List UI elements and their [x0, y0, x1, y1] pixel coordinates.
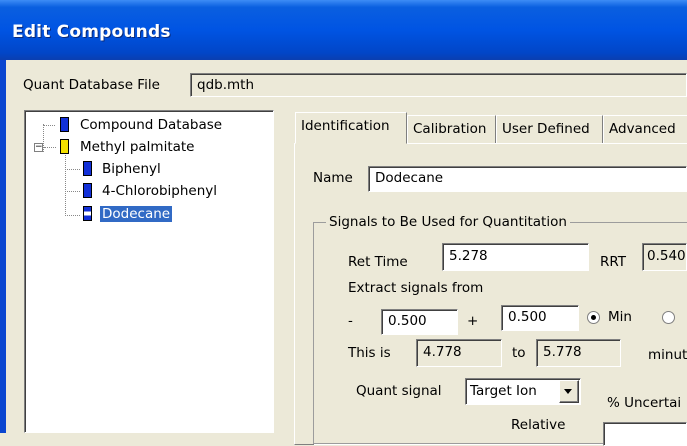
compound-icon [83, 183, 92, 198]
tree-line [65, 191, 80, 192]
extract-plus-input[interactable]: 0.500 [501, 305, 579, 331]
tab-calibration[interactable]: Calibration [407, 115, 496, 143]
min-radio-label: Min [608, 309, 632, 325]
ret-time-input[interactable]: 5.278 [442, 243, 589, 271]
quant-db-label: Quant Database File [23, 77, 160, 93]
tree-node-root[interactable]: Compound Database [80, 117, 222, 133]
tree-line [65, 155, 66, 216]
name-label: Name [313, 170, 353, 186]
name-input[interactable]: Dodecane [368, 166, 687, 192]
compound-icon [83, 206, 92, 221]
tab-identification[interactable]: Identification [295, 112, 407, 144]
compound-icon [83, 161, 92, 176]
extract-minus-input[interactable]: 0.500 [381, 309, 458, 335]
ret-time-label: Ret Time [348, 254, 408, 270]
to-field: 5.778 [536, 339, 621, 367]
to-label: to [512, 345, 526, 361]
rrt-field: 0.540 [642, 243, 687, 271]
window-title: Edit Compounds [12, 22, 171, 42]
collapse-toggle-icon[interactable]: − [34, 143, 43, 152]
quant-signal-value: Target Ion [470, 383, 537, 399]
tab-advanced[interactable]: Advanced [603, 115, 687, 143]
title-bar: Edit Compounds [0, 0, 687, 60]
tree-line [65, 169, 80, 170]
quant-signal-select[interactable]: Target Ion [465, 378, 581, 405]
chevron-down-icon [564, 389, 572, 394]
tree-node-chlorobiphenyl[interactable]: 4-Chlorobiphenyl [102, 183, 217, 199]
min-radio[interactable] [587, 311, 600, 324]
uncertainty-label: % Uncertai [607, 395, 682, 411]
minutes-label: minut [648, 347, 687, 363]
tree-node-parent[interactable]: Methyl palmitate [80, 139, 195, 155]
tree-line [44, 147, 56, 148]
method-icon [60, 139, 69, 154]
quant-signal-label: Quant signal [356, 383, 442, 399]
max-radio[interactable] [662, 311, 675, 324]
compound-database-icon [60, 117, 69, 132]
this-is-field: 4.778 [416, 339, 502, 367]
tree-node-biphenyl[interactable]: Biphenyl [102, 161, 161, 177]
tree-node-dodecane[interactable]: Dodecane [100, 206, 173, 222]
tree-line [65, 215, 80, 216]
signals-group-title: Signals to Be Used for Quantitation [326, 214, 570, 230]
rrt-label: RRT [600, 254, 627, 270]
this-is-label: This is [348, 345, 391, 361]
tree-line [43, 125, 55, 126]
plus-label: + [467, 313, 479, 329]
dropdown-button[interactable] [559, 380, 579, 403]
relative-label: Relative [511, 417, 566, 433]
quant-db-field: qdb.mth [190, 73, 687, 97]
compound-tree[interactable]: Compound Database − Methyl palmitate Bip… [24, 110, 274, 433]
extract-signals-label: Extract signals from [348, 280, 484, 296]
uncertainty-input[interactable] [603, 422, 687, 446]
tab-user-defined[interactable]: User Defined [496, 115, 603, 143]
minus-label: - [348, 313, 353, 329]
